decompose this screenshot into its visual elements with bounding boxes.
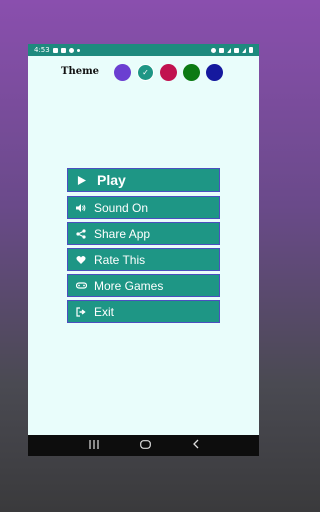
home-icon[interactable] bbox=[139, 439, 151, 452]
app-screen: 4:53 Theme ✓ Play Sound On Share App Rat… bbox=[28, 44, 259, 456]
exit-icon bbox=[75, 306, 87, 318]
play-icon bbox=[75, 174, 87, 186]
dot-icon bbox=[76, 48, 80, 52]
theme-swatch-crimson[interactable] bbox=[160, 64, 177, 81]
gamepad-icon bbox=[75, 280, 87, 292]
data-speed-icon bbox=[219, 47, 224, 53]
image-notification-icon bbox=[60, 47, 66, 53]
navigation-bar bbox=[28, 435, 259, 456]
exit-button[interactable]: Exit bbox=[67, 300, 220, 323]
share-icon bbox=[75, 228, 87, 240]
heart-icon bbox=[75, 254, 87, 266]
share-app-button[interactable]: Share App bbox=[67, 222, 220, 245]
rate-label: Rate This bbox=[94, 252, 146, 267]
exit-label: Exit bbox=[94, 304, 115, 319]
play-label: Play bbox=[97, 172, 126, 188]
battery-icon bbox=[249, 47, 253, 53]
sound-button[interactable]: Sound On bbox=[67, 196, 220, 219]
theme-swatch-purple[interactable] bbox=[114, 64, 131, 81]
back-icon[interactable] bbox=[192, 439, 199, 452]
app-notification-icon bbox=[68, 47, 74, 53]
volte-icon bbox=[234, 47, 239, 53]
theme-swatch-green[interactable] bbox=[183, 64, 200, 81]
signal-2-icon bbox=[242, 47, 246, 53]
more-games-label: More Games bbox=[94, 278, 164, 293]
status-time: 4:53 bbox=[34, 46, 50, 54]
gallery-notification-icon bbox=[52, 47, 58, 53]
more-games-button[interactable]: More Games bbox=[67, 274, 220, 297]
rate-button[interactable]: Rate This bbox=[67, 248, 220, 271]
theme-label: Theme bbox=[61, 66, 100, 77]
theme-picker: Theme ✓ bbox=[28, 64, 259, 82]
play-button[interactable]: Play bbox=[67, 168, 220, 192]
sound-label: Sound On bbox=[94, 200, 149, 215]
check-icon: ✓ bbox=[142, 68, 149, 77]
share-label: Share App bbox=[94, 226, 151, 241]
signal-icon bbox=[227, 47, 231, 53]
speaker-icon bbox=[75, 202, 87, 214]
hotspot-icon bbox=[211, 47, 216, 53]
theme-swatch-teal[interactable]: ✓ bbox=[137, 64, 154, 81]
status-bar: 4:53 bbox=[28, 44, 259, 56]
recents-icon[interactable] bbox=[88, 439, 99, 452]
theme-swatch-blue[interactable] bbox=[206, 64, 223, 81]
